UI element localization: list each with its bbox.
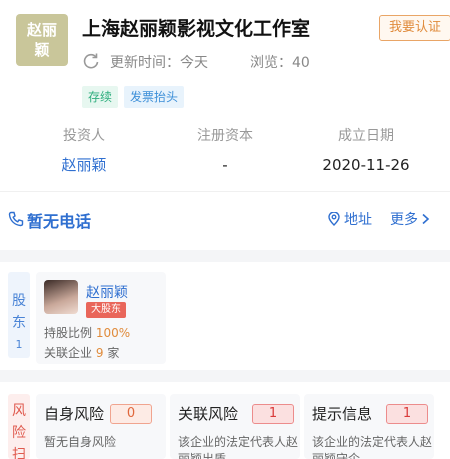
risk-count-badge: 0 [110, 404, 152, 424]
shareholder-tab-char-1: 股 [12, 293, 26, 309]
capital-column: 注册资本 - [155, 126, 295, 176]
update-time: 更新时间：今天 [110, 55, 208, 71]
related-companies: 关联企业 9 家 [44, 344, 119, 361]
more-label: 更多 [390, 212, 418, 228]
risk-title: 自身风险 [44, 405, 105, 423]
investor-link[interactable]: 赵丽颖 [14, 154, 154, 176]
risk-tab-char-2: 险 [12, 425, 26, 441]
major-shareholder-badge: 大股东 [86, 302, 126, 318]
phone-text[interactable]: 暂无电话 [27, 208, 91, 232]
more-button[interactable]: 更多 [390, 208, 430, 232]
refresh-icon[interactable] [82, 52, 100, 70]
share-ratio: 持股比例 100% [44, 324, 130, 341]
share-ratio-label: 持股比例 [44, 326, 93, 340]
related-unit: 家 [107, 346, 120, 360]
risk-title: 关联风险 [178, 405, 239, 423]
company-name: 上海赵丽颖影视文化工作室 [82, 18, 311, 40]
divider [0, 191, 450, 192]
founded-value: 2020-11-26 [322, 156, 410, 174]
phone-icon [8, 211, 24, 227]
notice-info-card[interactable]: 提示信息 1 该企业的法定代表人赵丽颖守企… [304, 394, 434, 459]
section-gap [0, 370, 450, 382]
invoice-title-tag[interactable]: 发票抬头 [124, 86, 185, 108]
shareholder-tab-char-2: 东 [12, 315, 26, 331]
shareholder-tab-count: 1 [15, 338, 23, 351]
company-logo: 赵丽颖 [16, 14, 68, 66]
founded-column: 成立日期 2020-11-26 [296, 126, 436, 176]
company-header: 赵丽颖 上海赵丽颖影视文化工作室 我要认证 更新时间：今天 浏览：40 存续 发… [0, 0, 450, 250]
investor-column: 投资人 赵丽颖 [14, 126, 154, 176]
share-ratio-value: 100% [95, 326, 131, 340]
risk-title: 提示信息 [312, 405, 373, 423]
chevron-right-icon [422, 213, 430, 225]
investor-label: 投资人 [63, 128, 105, 144]
shareholder-tab[interactable]: 股 东 1 [8, 272, 30, 358]
risk-section: 风 险 扫 自身风险 0 暂无自身风险 关联风险 1 该企业的法定代表人赵丽颖出… [0, 382, 450, 459]
shareholder-name[interactable]: 赵丽颖 [86, 282, 128, 302]
risk-description: 该企业的法定代表人赵丽颖出质… [178, 435, 299, 459]
location-pin-icon [328, 212, 340, 226]
capital-value: - [222, 156, 228, 174]
avatar [44, 280, 78, 314]
risk-count-badge: 1 [252, 404, 294, 424]
view-count: 浏览：40 [250, 55, 310, 71]
related-risk-card[interactable]: 关联风险 1 该企业的法定代表人赵丽颖出质… [170, 394, 300, 459]
capital-label: 注册资本 [197, 128, 253, 144]
status-tag: 存续 [82, 86, 119, 108]
address-button[interactable]: 地址 [327, 208, 372, 232]
section-gap [0, 250, 450, 262]
risk-tab-char-1: 风 [12, 403, 26, 419]
founded-label: 成立日期 [338, 128, 394, 144]
related-label: 关联企业 [44, 346, 93, 360]
risk-description: 该企业的法定代表人赵丽颖守企… [312, 435, 433, 459]
risk-description: 暂无自身风险 [44, 435, 117, 449]
risk-tab-char-3: 扫 [12, 447, 26, 459]
certify-button[interactable]: 我要认证 [379, 15, 450, 41]
shareholder-card[interactable]: 赵丽颖 大股东 持股比例 100% 关联企业 9 家 [36, 272, 166, 364]
address-label: 地址 [344, 212, 372, 228]
self-risk-card[interactable]: 自身风险 0 暂无自身风险 [36, 394, 166, 459]
risk-scan-tab[interactable]: 风 险 扫 [8, 394, 30, 459]
shareholder-section: 股 东 1 赵丽颖 大股东 持股比例 100% 关联企业 9 家 [0, 262, 450, 370]
risk-count-badge: 1 [386, 404, 428, 424]
related-value: 9 [95, 346, 104, 360]
